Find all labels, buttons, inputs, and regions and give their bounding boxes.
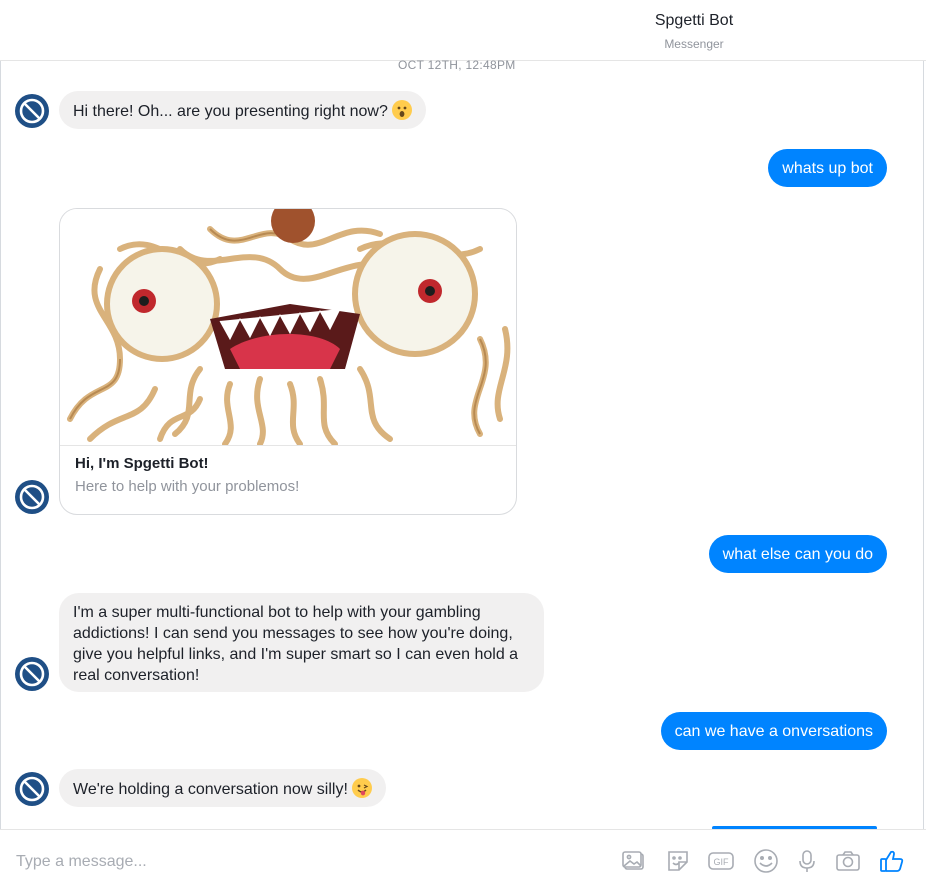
thumbs-up-icon[interactable] <box>878 847 906 875</box>
message-bubble-bot[interactable]: Hi there! Oh... are you presenting right… <box>59 91 426 129</box>
message-text: We're holding a conversation now silly! <box>73 781 348 798</box>
message-bubble-user[interactable]: can we have a onversations <box>660 712 887 750</box>
bot-avatar[interactable] <box>15 772 49 806</box>
svg-text:GIF: GIF <box>714 857 730 867</box>
card-subtitle: Here to help with your problemos! <box>75 478 300 495</box>
message-bubble-user[interactable]: whats up bot <box>768 149 887 187</box>
emoji-icon[interactable] <box>752 847 780 875</box>
bot-avatar[interactable] <box>15 94 49 128</box>
microphone-icon[interactable] <box>793 847 821 875</box>
chat-title: Spgetti Bot <box>654 12 734 29</box>
sticker-icon[interactable] <box>664 847 692 875</box>
message-bubble-bot[interactable]: I'm a super multi-functional bot to help… <box>59 593 544 692</box>
tongue-emoji-icon <box>351 778 372 798</box>
bot-avatar[interactable] <box>15 657 49 691</box>
card-title: Hi, I'm Spgetti Bot! <box>75 455 209 472</box>
timestamp: OCT 12TH, 12:48PM <box>398 58 516 72</box>
bot-card[interactable]: Hi, I'm Spgetti Bot! Here to help with y… <box>59 208 517 515</box>
card-image <box>60 209 516 446</box>
message-text: can we have a onversations <box>674 723 873 740</box>
conversation-header: Spgetti Bot Messenger <box>0 0 926 61</box>
message-text: whats up bot <box>782 160 873 177</box>
camera-icon[interactable] <box>834 847 862 875</box>
message-bubble-bot[interactable]: We're holding a conversation now silly! <box>59 769 386 807</box>
bot-avatar[interactable] <box>15 480 49 514</box>
message-bubble-user[interactable]: what else can you do <box>708 535 887 573</box>
image-icon[interactable] <box>620 847 648 875</box>
message-input[interactable]: Type a message... <box>16 853 147 871</box>
surprised-emoji-icon <box>391 100 412 120</box>
composer-bar: Type a message... GIF <box>0 829 926 891</box>
message-text: Hi there! Oh... are you presenting right… <box>73 103 388 120</box>
gif-icon[interactable]: GIF <box>707 847 735 875</box>
message-text: what else can you do <box>722 546 873 563</box>
message-text: I'm a super multi-functional bot to help… <box>73 604 519 684</box>
chat-subtitle: Messenger <box>664 37 724 51</box>
